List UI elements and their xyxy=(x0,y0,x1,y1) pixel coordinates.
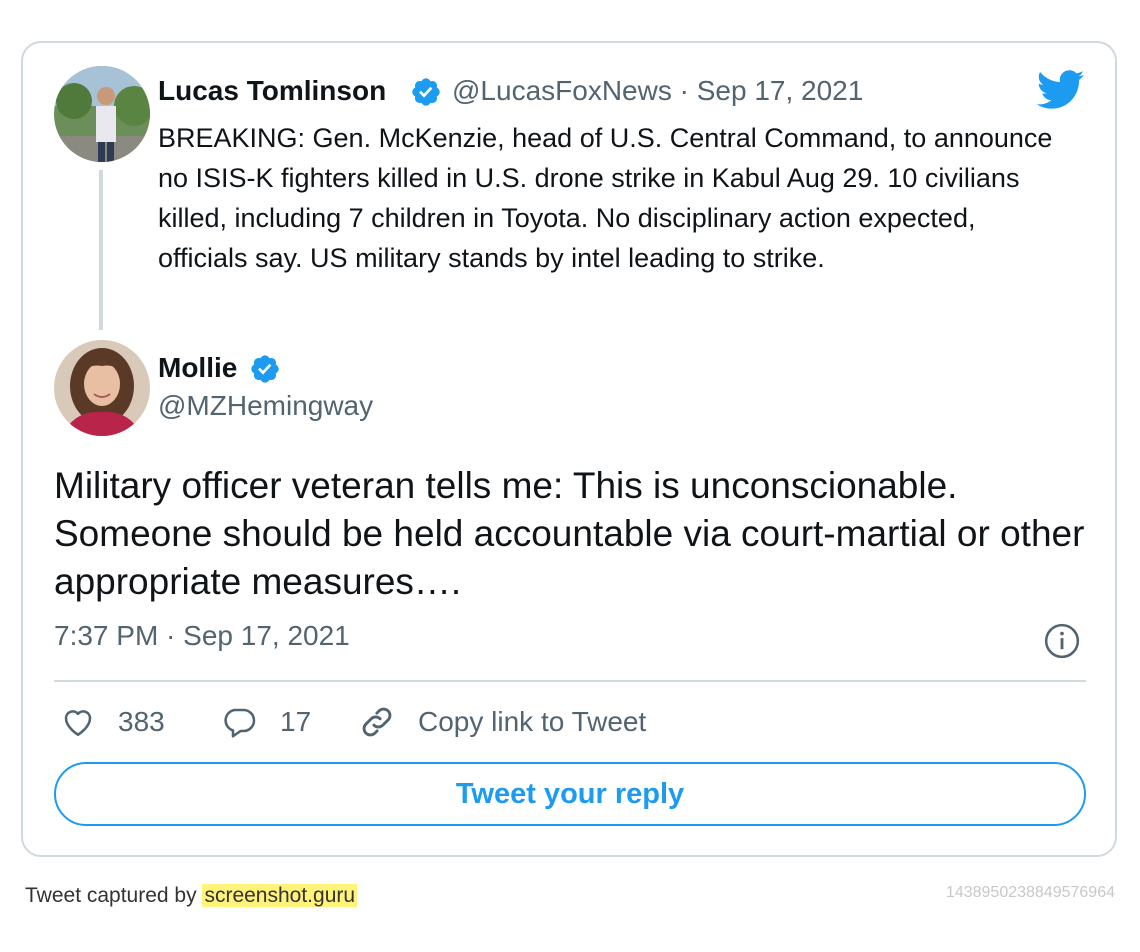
lucas-avatar[interactable] xyxy=(54,66,150,162)
quoted-handle[interactable]: @LucasFoxNews xyxy=(452,75,672,106)
author-handle[interactable]: @MZHemingway xyxy=(158,390,373,422)
divider xyxy=(54,680,1086,682)
twitter-logo-icon[interactable] xyxy=(1036,70,1085,115)
quoted-tweet-text: BREAKING: Gen. McKenzie, head of U.S. Ce… xyxy=(158,123,1053,273)
copy-link-label: Copy link to Tweet xyxy=(418,706,647,737)
thread-connector xyxy=(99,170,103,330)
quoted-author-name[interactable]: Lucas Tomlinson xyxy=(158,75,386,107)
mollie-avatar[interactable] xyxy=(54,340,150,436)
tweet-your-reply-button[interactable]: Tweet your reply xyxy=(54,762,1086,826)
copy-link-button[interactable]: Copy link to Tweet xyxy=(358,700,646,744)
verified-icon xyxy=(249,353,281,390)
reply-count: 17 xyxy=(280,706,312,737)
quoted-date[interactable]: Sep 17, 2021 xyxy=(697,75,864,106)
like-button[interactable]: 383 xyxy=(60,700,165,744)
info-icon[interactable] xyxy=(1043,622,1081,665)
heart-icon xyxy=(64,710,92,737)
like-count: 383 xyxy=(118,706,165,737)
reply-icon xyxy=(224,708,256,738)
screenshot-guru-link[interactable]: screenshot.guru xyxy=(202,884,358,907)
reply-action-button[interactable]: 17 xyxy=(220,700,311,744)
tweet-timestamp[interactable]: 7:37 PM · Sep 17, 2021 xyxy=(54,620,350,652)
author-name[interactable]: Mollie xyxy=(158,352,237,384)
footer-credit: Tweet captured by screenshot.guru xyxy=(25,884,358,908)
tweet-text: Military officer veteran tells me: This … xyxy=(54,465,1085,602)
separator-dot: · xyxy=(679,75,689,106)
captured-by-text: Tweet captured by xyxy=(25,884,197,907)
verified-icon xyxy=(410,76,442,113)
tweet-id: 1438950238849576964 xyxy=(945,884,1115,901)
link-icon xyxy=(362,707,392,737)
